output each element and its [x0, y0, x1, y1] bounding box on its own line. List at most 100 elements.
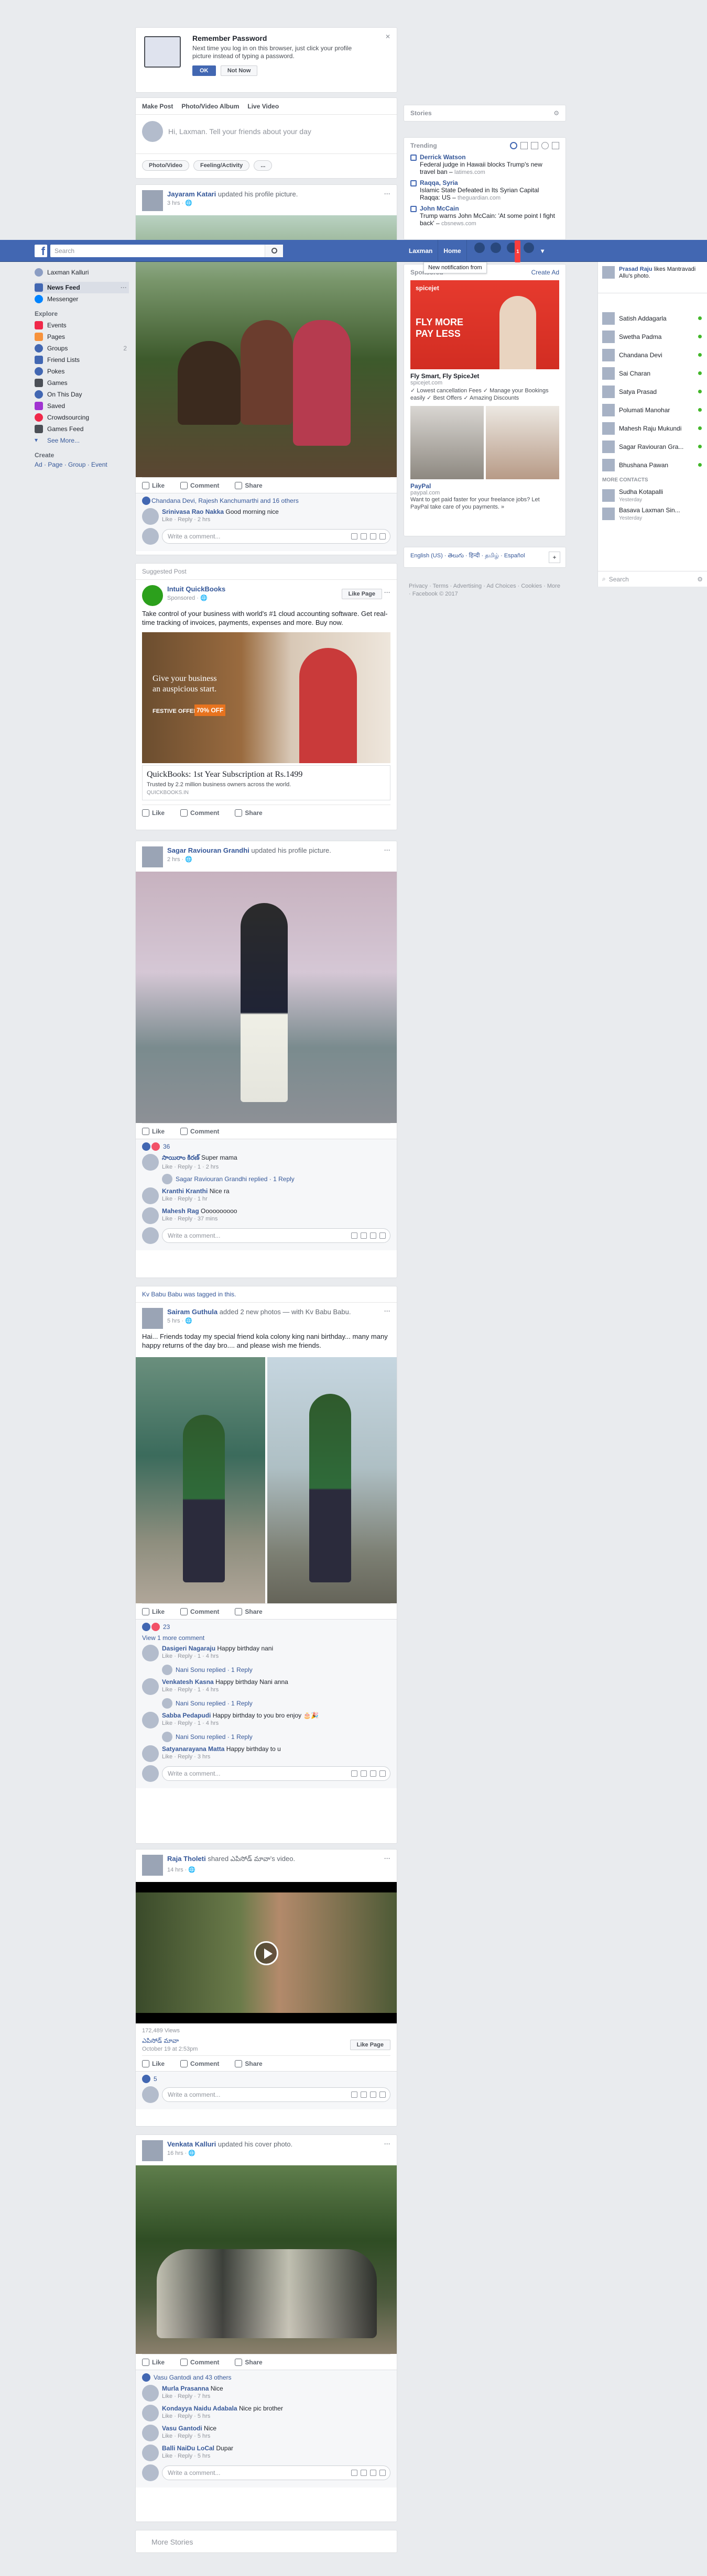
chat-contact[interactable]: Sagar Raviouran Gra...: [598, 437, 707, 456]
chat-contact[interactable]: Basava Laxman Sin... Yesterday: [598, 504, 707, 523]
sidebar-profile[interactable]: Laxman Kalluri: [35, 266, 129, 279]
like-button[interactable]: Like: [142, 2060, 165, 2067]
ad-image[interactable]: Give your business an auspicious start. …: [142, 632, 390, 763]
commenter-name[interactable]: Kondayya Naidu Adabala: [162, 2405, 237, 2412]
gif-icon[interactable]: [370, 533, 376, 540]
add-language-button[interactable]: +: [549, 552, 560, 563]
see-more-link[interactable]: ▾ See More...: [35, 435, 129, 446]
comment-links[interactable]: Like · Reply · 1 · 2 hrs: [162, 1164, 237, 1170]
composer-input[interactable]: Hi, Laxman. Tell your friends about your…: [168, 127, 311, 136]
commenter-name[interactable]: Balli NaiDu LoCal: [162, 2445, 214, 2452]
reactions-summary[interactable]: Vasu Gantodi and 43 others: [154, 2374, 232, 2381]
comment-button[interactable]: Comment: [180, 809, 219, 817]
sidebar-item-messenger[interactable]: Messenger: [35, 293, 129, 305]
tab-make-post[interactable]: Make Post: [142, 103, 173, 110]
avatar[interactable]: [142, 2425, 159, 2441]
comment-links[interactable]: Like · Reply · 37 mins: [162, 1216, 237, 1222]
trending-item[interactable]: Derrick Watson Federal judge in Hawaii bl…: [410, 153, 559, 176]
feeling-chip[interactable]: Feeling/Activity: [193, 160, 250, 171]
comment-links[interactable]: Like · Reply · 5 hrs: [162, 2433, 216, 2439]
author-name[interactable]: Raja Tholeti: [167, 1855, 206, 1863]
chat-search-input[interactable]: Search: [609, 576, 629, 583]
avatar[interactable]: [142, 2140, 163, 2161]
author-name[interactable]: Jayaram Katari: [167, 190, 216, 198]
play-icon[interactable]: [254, 1941, 278, 1965]
avatar[interactable]: [142, 2385, 159, 2402]
comment-links[interactable]: Like · Reply · 7 hrs: [162, 2393, 223, 2399]
reply-thread[interactable]: Nani Sonu replied · 1 Reply: [162, 1732, 390, 1742]
commenter-name[interactable]: Dasigeri Nagaraju: [162, 1645, 215, 1652]
avatar[interactable]: [142, 1712, 159, 1729]
friend-requests-icon[interactable]: [474, 243, 485, 253]
post-time[interactable]: 5 hrs: [167, 1318, 180, 1324]
not-now-button[interactable]: Not Now: [220, 65, 258, 76]
commenter-name[interactable]: Venkatesh Kasna: [162, 1678, 214, 1686]
avatar[interactable]: [142, 1855, 163, 1876]
comment-button[interactable]: Comment: [180, 481, 219, 489]
reaction-count[interactable]: 23: [163, 1623, 170, 1631]
search-input[interactable]: Search: [50, 245, 283, 257]
home-link[interactable]: Home: [438, 240, 467, 262]
ticker-name[interactable]: Prasad Raju: [619, 266, 652, 272]
tab-live-video[interactable]: Live Video: [247, 103, 279, 110]
paypal-ad-image[interactable]: [410, 406, 559, 479]
post-photo[interactable]: [267, 1357, 397, 1603]
comment-button[interactable]: Comment: [180, 1127, 219, 1135]
comment-input[interactable]: Write a comment...: [162, 1228, 390, 1243]
sidebar-item-saved[interactable]: Saved: [35, 400, 129, 412]
emoji-icon[interactable]: [351, 2470, 357, 2476]
like-button[interactable]: Like: [142, 1608, 165, 1615]
emoji-icon[interactable]: [351, 1232, 357, 1239]
sidebar-item-friend-lists[interactable]: Friend Lists: [35, 354, 129, 366]
author-name[interactable]: Sagar Raviouran Grandhi: [167, 846, 249, 854]
sidebar-item-events[interactable]: Events: [35, 320, 129, 331]
comment-links[interactable]: Like · Reply · 1 hr: [162, 1196, 230, 1202]
trending-tab-icon[interactable]: [510, 142, 517, 149]
sidebar-item-games-feed[interactable]: Games Feed: [35, 423, 129, 435]
avatar[interactable]: [142, 2445, 159, 2461]
avatar[interactable]: [142, 1154, 159, 1171]
trending-item[interactable]: Raqqa, Syria Islamic State Defeated in It…: [410, 179, 559, 202]
share-button[interactable]: Share: [235, 809, 263, 817]
entertainment-tab-icon[interactable]: [552, 142, 559, 149]
chat-contact[interactable]: Sudha Kotapalli Yesterday: [598, 486, 707, 504]
more-chip[interactable]: ...: [254, 160, 273, 171]
trending-item[interactable]: John McCain Trump warns John McCain: 'At …: [410, 205, 559, 227]
footer-links[interactable]: Privacy · Terms · Advertising · Ad Choic…: [409, 582, 561, 598]
video-player[interactable]: [136, 1882, 397, 2023]
avatar[interactable]: [142, 2405, 159, 2421]
emoji-icon[interactable]: [351, 2091, 357, 2098]
sticker-icon[interactable]: [379, 2091, 386, 2098]
commenter-name[interactable]: Murla Prasanna: [162, 2385, 209, 2392]
close-icon[interactable]: ✕: [385, 33, 390, 40]
comment-input[interactable]: Write a comment...: [162, 2087, 390, 2102]
avatar[interactable]: [142, 190, 163, 211]
comment-button[interactable]: Comment: [180, 2060, 219, 2067]
create-links[interactable]: Ad · Page · Group · Event: [35, 461, 129, 468]
page-name[interactable]: ఎపిసోడ్ మావా: [142, 2037, 198, 2046]
politics-tab-icon[interactable]: [520, 142, 528, 149]
camera-icon[interactable]: [361, 1770, 367, 1777]
help-icon[interactable]: [523, 243, 534, 253]
avatar[interactable]: [142, 1678, 159, 1695]
reactions-summary[interactable]: Chandana Devi, Rajesh Kanchumarthi and 1…: [151, 497, 299, 504]
like-page-button[interactable]: Like Page: [350, 2039, 390, 2050]
gear-icon[interactable]: ⚙: [553, 109, 559, 117]
sidebar-item-crowdsourcing[interactable]: Crowdsourcing: [35, 412, 129, 423]
reaction-count[interactable]: 5: [154, 2075, 157, 2083]
reply-thread[interactable]: Nani Sonu replied · 1 Reply: [162, 1698, 390, 1709]
chat-contact[interactable]: Satish Addagarla: [598, 309, 707, 327]
avatar[interactable]: [142, 1207, 159, 1224]
sports-tab-icon[interactable]: [541, 142, 549, 149]
reaction-count[interactable]: 36: [163, 1143, 170, 1150]
avatar[interactable]: [602, 266, 615, 279]
ad-title[interactable]: QuickBooks: 1st Year Subscription at Rs.…: [147, 770, 386, 779]
camera-icon[interactable]: [361, 533, 367, 540]
camera-icon[interactable]: [361, 1232, 367, 1239]
more-options-icon[interactable]: ···: [384, 846, 390, 854]
view-more-comments-link[interactable]: View 1 more comment: [142, 1634, 390, 1642]
avatar[interactable]: [142, 1308, 163, 1329]
chat-contact[interactable]: Swetha Padma: [598, 327, 707, 346]
share-button[interactable]: Share: [235, 2060, 263, 2067]
tagged-header[interactable]: Kv Babu Babu was tagged in this.: [136, 1286, 397, 1303]
